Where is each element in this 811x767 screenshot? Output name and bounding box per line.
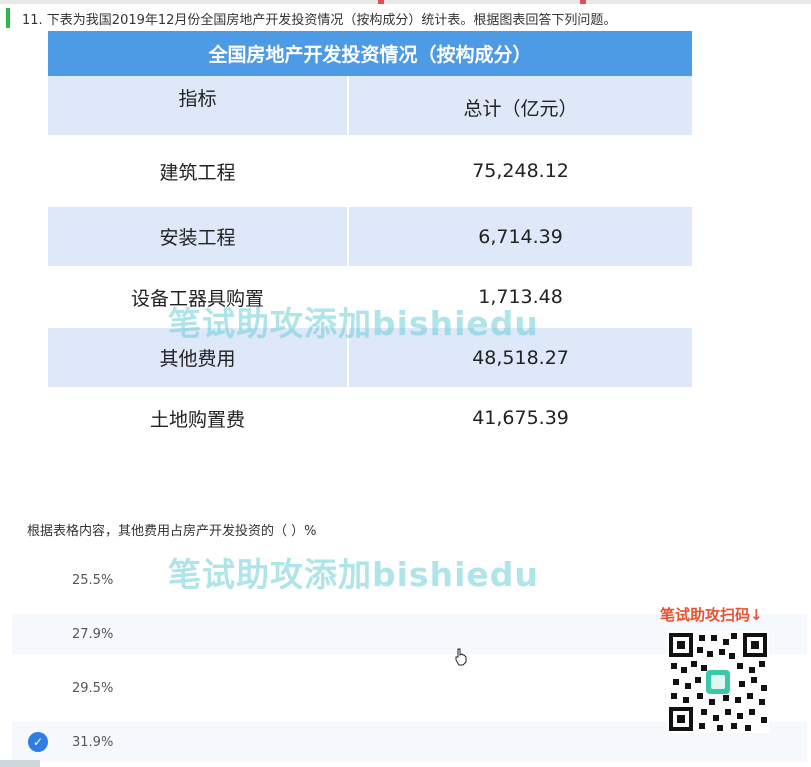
mouse-cursor-icon <box>454 648 468 670</box>
row-value: 41,675.39 <box>472 407 569 429</box>
option-label: 29.5% <box>72 680 114 696</box>
qr-caption: 笔试助攻扫码↓ <box>660 606 763 624</box>
option-a[interactable]: 25.5% <box>12 560 807 600</box>
qr-code-icon <box>667 631 769 733</box>
question-prompt: 根据表格内容，其他费用占房产开发投资的（ ）% <box>27 524 317 539</box>
table-title: 全国房地产开发投资情况（按构成分） <box>48 31 692 76</box>
row-value: 6,714.39 <box>478 225 563 248</box>
option-label: 25.5% <box>72 572 114 588</box>
data-table: 全国房地产开发投资情况（按构成分） 指标 总计（亿元） 建筑工程 75,248.… <box>48 31 692 449</box>
red-marker <box>580 0 586 4</box>
row-label: 建筑工程 <box>159 161 236 184</box>
checkmark-icon: ✓ <box>28 732 48 752</box>
table-row: 安装工程 6,714.39 <box>48 207 692 266</box>
header-indicator: 指标 <box>178 88 217 110</box>
question-accent-bar <box>6 8 10 28</box>
table-row: 土地购置费 41,675.39 <box>48 387 692 449</box>
header-total: 总计（亿元） <box>463 98 578 120</box>
row-value: 75,248.12 <box>472 160 569 182</box>
option-label: 31.9% <box>72 734 114 750</box>
option-label: 27.9% <box>72 626 114 642</box>
red-marker <box>378 0 384 4</box>
bottom-corner-widget <box>0 760 40 767</box>
top-toolbar-strip <box>0 0 811 4</box>
table-header-row: 指标 总计（亿元） <box>48 76 692 135</box>
table-row: 建筑工程 75,248.12 <box>48 135 692 207</box>
question-text: 11. 下表为我国2019年12月份全国房地产开发投资情况（按构成分）统计表。根… <box>22 13 617 28</box>
row-label: 安装工程 <box>159 227 236 249</box>
watermark-text: 笔试助攻添加bishiedu <box>168 304 539 343</box>
row-label: 土地购置费 <box>150 408 246 431</box>
